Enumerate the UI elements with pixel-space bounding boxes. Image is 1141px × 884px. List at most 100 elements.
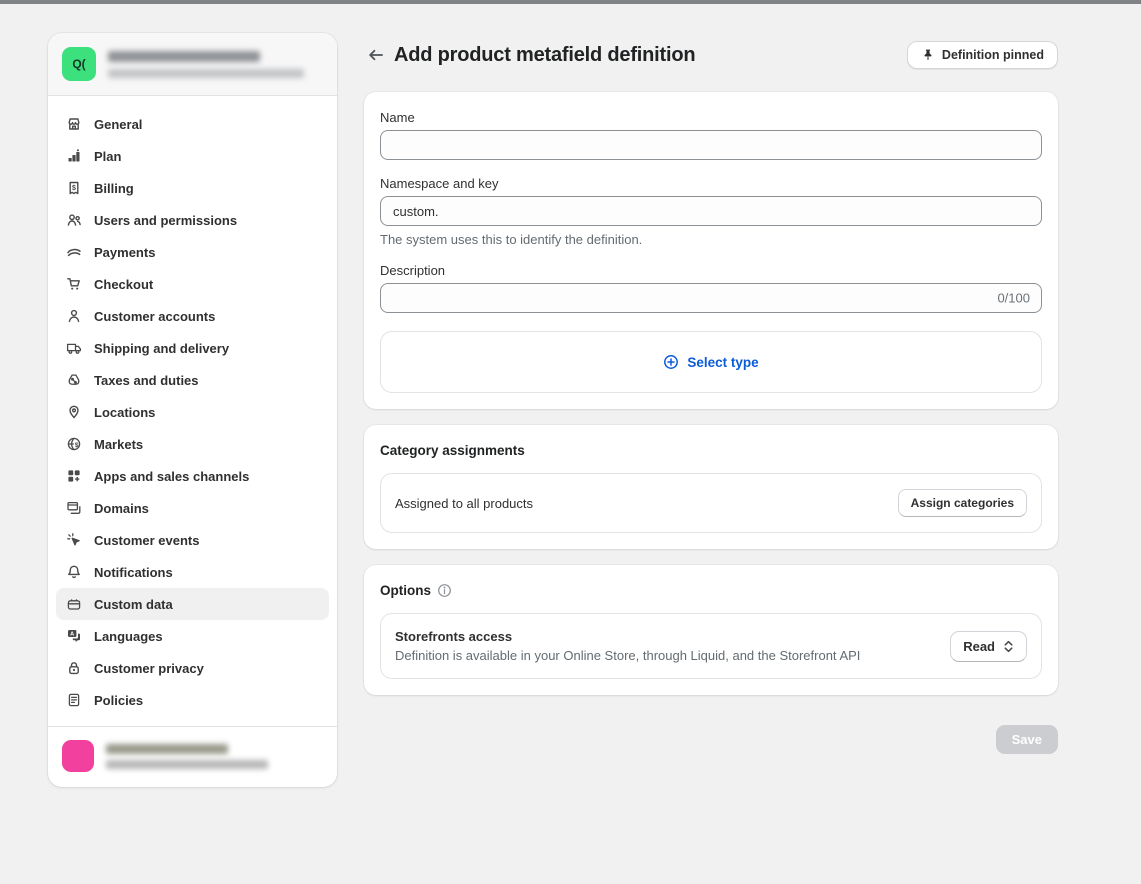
domains-icon <box>66 500 82 516</box>
payments-icon <box>66 244 82 260</box>
sidebar-item-label: Locations <box>94 405 155 420</box>
description-label: Description <box>380 263 1042 278</box>
sidebar-item-label: Customer accounts <box>94 309 215 324</box>
storefronts-access-title: Storefronts access <box>395 629 860 644</box>
namespace-input[interactable] <box>380 196 1042 226</box>
sidebar-item-general[interactable]: General <box>56 108 329 140</box>
back-button[interactable] <box>364 43 388 67</box>
plus-circle-icon <box>663 354 679 370</box>
sidebar-item-shipping-and-delivery[interactable]: Shipping and delivery <box>56 332 329 364</box>
storefronts-access-value: Read <box>963 639 995 654</box>
storefronts-access-select[interactable]: Read <box>950 631 1027 662</box>
store-icon <box>66 116 82 132</box>
definition-pinned-button[interactable]: Definition pinned <box>907 41 1058 69</box>
category-row: Assigned to all products Assign categori… <box>380 473 1042 533</box>
tray-icon <box>66 596 82 612</box>
description-char-counter: 0/100 <box>997 291 1030 306</box>
sidebar-item-checkout[interactable]: Checkout <box>56 268 329 300</box>
sidebar-item-label: General <box>94 117 142 132</box>
select-type-button[interactable]: Select type <box>380 331 1042 393</box>
name-field-group: Name <box>380 110 1042 160</box>
store-header[interactable]: Q( <box>48 33 337 96</box>
taxes-icon <box>66 372 82 388</box>
users-icon <box>66 212 82 228</box>
globe-icon <box>66 436 82 452</box>
sidebar-item-domains[interactable]: Domains <box>56 492 329 524</box>
sidebar-item-customer-privacy[interactable]: Customer privacy <box>56 652 329 684</box>
apps-icon <box>66 468 82 484</box>
select-type-label: Select type <box>687 355 758 370</box>
storefronts-access-row: Storefronts access Definition is availab… <box>380 613 1042 679</box>
sidebar-item-notifications[interactable]: Notifications <box>56 556 329 588</box>
settings-sidebar: Q( General Plan Billing Users and permissio… <box>48 33 337 787</box>
truck-icon <box>66 340 82 356</box>
options-title-text: Options <box>380 583 431 598</box>
store-meta <box>108 51 304 78</box>
language-icon <box>66 628 82 644</box>
storefronts-access-desc: Definition is available in your Online S… <box>395 648 860 663</box>
user-name-redacted <box>106 744 228 754</box>
updown-chevron-icon <box>1003 640 1014 653</box>
sidebar-item-label: Languages <box>94 629 163 644</box>
sidebar-item-markets[interactable]: Markets <box>56 428 329 460</box>
receipt-icon <box>66 180 82 196</box>
user-avatar <box>62 740 94 772</box>
pin-icon <box>66 404 82 420</box>
sidebar-item-plan[interactable]: Plan <box>56 140 329 172</box>
store-domain-redacted <box>108 69 304 78</box>
options-card: Options Storefronts access Definition is… <box>364 565 1058 695</box>
pinned-button-label: Definition pinned <box>942 48 1044 62</box>
sidebar-item-policies[interactable]: Policies <box>56 684 329 716</box>
sidebar-item-custom-data[interactable]: Custom data <box>56 588 329 620</box>
sidebar-item-label: Users and permissions <box>94 213 237 228</box>
arrow-left-icon <box>367 46 385 64</box>
info-icon[interactable] <box>437 583 452 598</box>
sidebar-item-customer-accounts[interactable]: Customer accounts <box>56 300 329 332</box>
namespace-helper-text: The system uses this to identify the def… <box>380 232 1042 247</box>
plan-icon <box>66 148 82 164</box>
user-footer[interactable] <box>48 726 337 787</box>
cart-icon <box>66 276 82 292</box>
save-button[interactable]: Save <box>996 725 1058 754</box>
name-input[interactable] <box>380 130 1042 160</box>
sidebar-item-label: Customer privacy <box>94 661 204 676</box>
sidebar-item-apps-and-sales-channels[interactable]: Apps and sales channels <box>56 460 329 492</box>
lock-icon <box>66 660 82 676</box>
namespace-label: Namespace and key <box>380 176 1042 191</box>
category-assignments-card: Category assignments Assigned to all pro… <box>364 425 1058 549</box>
sidebar-item-locations[interactable]: Locations <box>56 396 329 428</box>
sidebar-item-taxes-and-duties[interactable]: Taxes and duties <box>56 364 329 396</box>
description-field-group: Description 0/100 <box>380 263 1042 313</box>
sidebar-item-label: Plan <box>94 149 121 164</box>
cursor-icon <box>66 532 82 548</box>
sidebar-item-languages[interactable]: Languages <box>56 620 329 652</box>
storefronts-access-text: Storefronts access Definition is availab… <box>395 629 860 663</box>
name-label: Name <box>380 110 1042 125</box>
assign-categories-button[interactable]: Assign categories <box>898 489 1027 517</box>
namespace-field-group: Namespace and key The system uses this t… <box>380 176 1042 247</box>
definition-form-card: Name Namespace and key The system uses t… <box>364 92 1058 409</box>
sidebar-item-label: Taxes and duties <box>94 373 199 388</box>
user-meta <box>106 744 268 769</box>
sidebar-item-billing[interactable]: Billing <box>56 172 329 204</box>
window-top-strip <box>0 0 1141 4</box>
sidebar-item-label: Markets <box>94 437 143 452</box>
sidebar-item-payments[interactable]: Payments <box>56 236 329 268</box>
description-input[interactable] <box>380 283 1042 313</box>
save-row: Save <box>364 725 1058 754</box>
sidebar-item-label: Domains <box>94 501 149 516</box>
user-email-redacted <box>106 760 268 769</box>
category-card-title: Category assignments <box>380 443 1042 458</box>
sidebar-item-users-and-permissions[interactable]: Users and permissions <box>56 204 329 236</box>
sidebar-item-label: Policies <box>94 693 143 708</box>
main-content: Add product metafield definition Definit… <box>364 33 1058 787</box>
sidebar-item-label: Custom data <box>94 597 173 612</box>
sidebar-item-label: Apps and sales channels <box>94 469 249 484</box>
person-icon <box>66 308 82 324</box>
page-header: Add product metafield definition Definit… <box>364 41 1058 69</box>
sidebar-item-customer-events[interactable]: Customer events <box>56 524 329 556</box>
sidebar-item-label: Shipping and delivery <box>94 341 229 356</box>
sidebar-item-label: Notifications <box>94 565 173 580</box>
sidebar-item-label: Customer events <box>94 533 199 548</box>
sidebar-item-label: Billing <box>94 181 134 196</box>
